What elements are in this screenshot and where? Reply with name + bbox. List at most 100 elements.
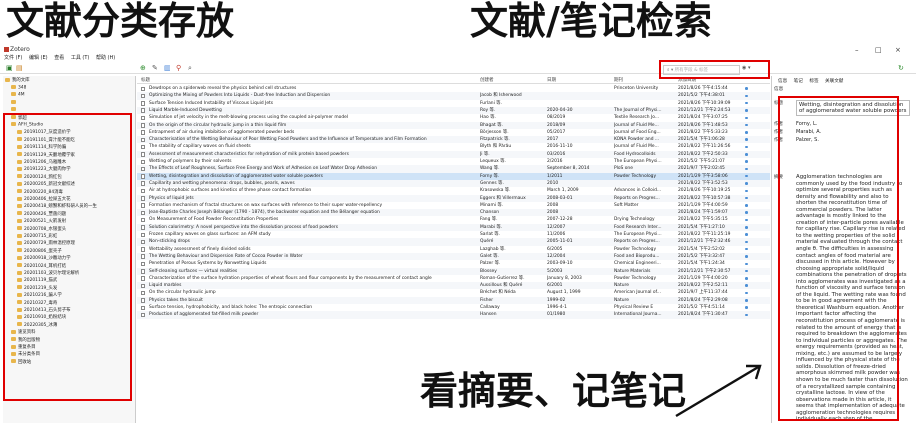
attachment-dot-icon[interactable] [745, 255, 748, 258]
attachment-dot-icon[interactable] [745, 291, 748, 295]
table-row[interactable]: Entrapment of air during imbibition of a… [137, 129, 770, 136]
table-row[interactable]: Assessment of measurement characteristic… [137, 150, 770, 158]
tab-related[interactable]: 关联文献 [825, 79, 843, 84]
collection-item[interactable]: 4M [11, 92, 25, 99]
cell-added: 2021/5/2 下午5:21:07 [678, 159, 725, 164]
search-icon[interactable]: ⌕ [188, 64, 192, 73]
table-row[interactable]: Air at hydrophobic surfaces and kinetics… [137, 187, 770, 194]
attachment-dot-icon[interactable] [745, 87, 748, 90]
cell-added: 2021/8/22 下午2:50:33 [678, 151, 728, 157]
attachment-dot-icon[interactable] [745, 226, 748, 229]
table-row[interactable]: Formation mechanism of fractal structure… [137, 202, 770, 209]
attachment-dot-icon[interactable] [745, 109, 748, 112]
table-row[interactable]: Wetting, disintegration and dissolution … [137, 172, 770, 180]
table-row[interactable]: Frozen capillary waves on glass surfaces… [137, 231, 770, 238]
table-row[interactable]: Simulation of jet velocity in the melt-b… [137, 114, 770, 121]
cell-pub: Princeton University [614, 86, 659, 91]
tab-info[interactable]: 信息 [778, 79, 787, 84]
table-row[interactable]: On the origin of the circular hydraulic … [137, 121, 770, 129]
close-button[interactable]: × [895, 46, 901, 54]
attachment-dot-icon[interactable] [745, 269, 748, 273]
cell-pub: Reports on Progres... [614, 195, 660, 201]
cell-creator: Roy 等. [480, 107, 496, 113]
attachment-dot-icon[interactable] [745, 277, 748, 280]
attachment-dot-icon[interactable] [745, 174, 748, 178]
new-collection-icon[interactable]: ▣ [6, 64, 13, 72]
attachment-icon[interactable]: ⚲ [176, 64, 181, 72]
table-row[interactable]: Surface tension, hydrophobicity, and bla… [137, 304, 770, 311]
attachment-dot-icon[interactable] [745, 262, 748, 266]
library-root[interactable]: 我的文库 [5, 77, 30, 84]
table-row[interactable]: The stability of capillary waves on flui… [137, 143, 770, 150]
new-folder-icon[interactable]: ▤ [16, 64, 23, 72]
attachment-dot-icon[interactable] [745, 131, 748, 134]
attachment-dot-icon[interactable] [745, 313, 748, 317]
attachment-dot-icon[interactable] [745, 211, 748, 214]
table-row[interactable]: The Wetting Behaviour and Dispersion Rat… [137, 252, 770, 261]
table-row[interactable]: On the circular hydraulic jump Bréchet 和 … [137, 289, 770, 296]
header-publication[interactable]: 期刊 [614, 77, 623, 83]
table-row[interactable]: Wetting of polymers by their solvents Leq… [137, 158, 770, 165]
menu-tools[interactable]: 工具 (T) [71, 55, 90, 61]
header-title[interactable]: 标题 [141, 77, 150, 83]
menu-edit[interactable]: 编辑 (E) [29, 55, 48, 61]
collection-item[interactable]: 348 [11, 85, 26, 92]
table-row[interactable]: Self-cleaning surfaces — virtual realiti… [137, 267, 770, 275]
table-row[interactable]: Non-sticking drops Quéré 2005-11-01 Reports… [137, 238, 770, 246]
add-by-identifier-icon[interactable]: ✎ [152, 64, 158, 72]
attachment-dot-icon[interactable] [745, 299, 748, 302]
attachment-dot-icon[interactable] [745, 196, 748, 200]
table-row[interactable]: On Measurement of Food Powder Reconstitu… [137, 216, 770, 223]
table-row[interactable]: Solution calorimetry: A novel perspectiv… [137, 223, 770, 231]
table-row[interactable]: Capillarity and wetting phenomena: drops… [137, 179, 770, 188]
collection-item[interactable] [11, 99, 18, 107]
cell-creator: Hao 等. [480, 115, 496, 121]
table-row[interactable]: Jean-Baptiste Charles Joseph Bélanger (1… [137, 209, 770, 217]
sync-icon[interactable]: ↻ [898, 64, 904, 72]
table-row[interactable]: Optimizing the Mixing of Powders Into Li… [137, 92, 770, 100]
attachment-dot-icon[interactable] [745, 145, 748, 149]
maximize-button[interactable]: □ [875, 46, 882, 54]
table-row[interactable]: Penetration of Porous Systems by Nonwett… [137, 260, 770, 267]
attachment-dot-icon[interactable] [745, 306, 748, 309]
attachment-dot-icon[interactable] [745, 160, 748, 163]
new-item-icon[interactable]: ⊕ [140, 64, 146, 72]
menu-help[interactable]: 帮助 (H) [96, 55, 115, 61]
header-creator[interactable]: 创建者 [480, 77, 494, 83]
header-date[interactable]: 日期 [547, 77, 556, 83]
table-row[interactable]: Liquid Marble-Induced Dewetting Roy 等. 202… [137, 106, 770, 115]
table-row[interactable]: Production of agglomerated fat-filled mi… [137, 311, 770, 319]
attachment-dot-icon[interactable] [745, 218, 748, 222]
menu-file[interactable]: 文件 (F) [4, 55, 22, 61]
attachment-dot-icon[interactable] [745, 182, 748, 185]
attachment-dot-icon[interactable] [745, 116, 748, 120]
table-row[interactable]: Dewdrops on a spiderweb reveal the physi… [137, 85, 770, 92]
table-row[interactable]: Surface Tension Induced Instability of V… [137, 100, 770, 107]
new-note-icon[interactable]: ▥ [164, 64, 171, 72]
attachment-dot-icon[interactable] [745, 138, 748, 141]
tab-tags[interactable]: 标签 [809, 79, 818, 84]
attachment-dot-icon[interactable] [745, 233, 748, 236]
table-row[interactable]: Wettability assessment of finely divided… [137, 246, 770, 253]
menu-view[interactable]: 查看 [54, 55, 64, 61]
attachment-dot-icon[interactable] [745, 247, 748, 251]
attachment-dot-icon[interactable] [745, 167, 748, 171]
attachment-dot-icon[interactable] [745, 204, 748, 207]
table-row[interactable]: The Effects of Leaf Roughness, Surface F… [137, 165, 770, 173]
table-row[interactable]: Physics takes the biscuit Fisher 1999-02 Na… [137, 296, 770, 304]
cell-pub: PloS one [614, 166, 633, 172]
attachment-dot-icon[interactable] [745, 189, 748, 193]
attachment-dot-icon[interactable] [745, 284, 748, 287]
minimize-button[interactable]: – [855, 46, 859, 54]
table-row[interactable]: Liquid marbles Aussillous 和 Quéré 6/2001 Na… [137, 282, 770, 290]
attachment-dot-icon[interactable] [745, 123, 748, 127]
table-row[interactable]: Characterisation of the Wetting Behaviou… [137, 136, 770, 144]
cell-date: 2/2016 [547, 159, 563, 164]
table-row[interactable]: Physics of liquid jets Eggers 和 Villermau… [137, 194, 770, 202]
attachment-dot-icon[interactable] [745, 101, 748, 105]
tab-notes[interactable]: 笔记 [794, 79, 803, 84]
attachment-dot-icon[interactable] [745, 153, 748, 156]
attachment-dot-icon[interactable] [745, 94, 748, 98]
attachment-dot-icon[interactable] [745, 240, 748, 244]
table-row[interactable]: Characterization of the surface hydratio… [137, 275, 770, 282]
